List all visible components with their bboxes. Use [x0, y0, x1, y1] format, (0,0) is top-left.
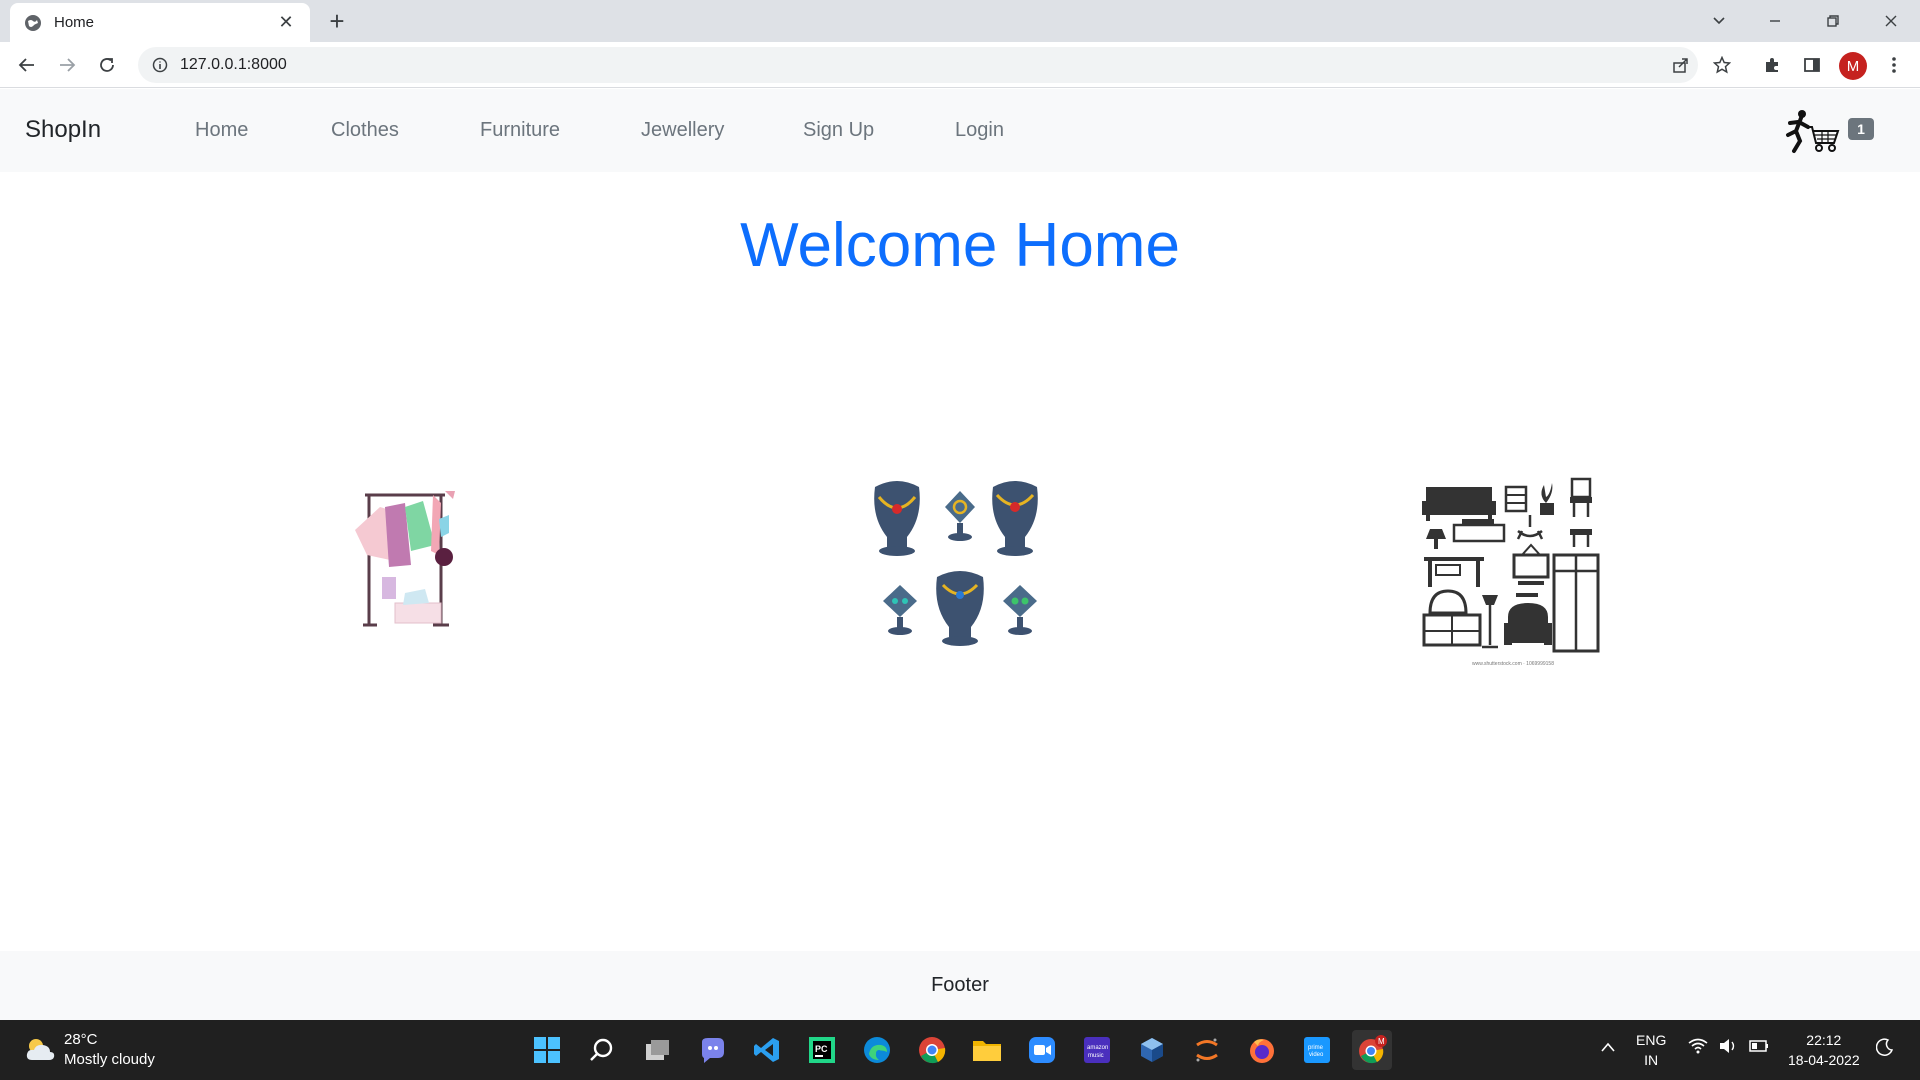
back-icon[interactable]	[12, 50, 42, 80]
clock-date: 18-04-2022	[1788, 1052, 1860, 1068]
browser-toolbar: 127.0.0.1:8000 M	[0, 42, 1920, 88]
battery-icon[interactable]	[1748, 1038, 1770, 1059]
nav-jewellery-link[interactable]: Jewellery	[641, 119, 724, 142]
svg-text:amazon: amazon	[1087, 1045, 1108, 1051]
site-footer: Footer	[0, 951, 1920, 1020]
clothes-category-image[interactable]	[345, 485, 465, 635]
new-tab-button[interactable]: +	[322, 7, 352, 37]
clock[interactable]: 22:12 18-04-2022	[1788, 1030, 1860, 1070]
extensions-icon[interactable]	[1757, 50, 1787, 80]
profile-avatar[interactable]: M	[1839, 52, 1867, 80]
site-info-icon[interactable]	[152, 57, 168, 73]
vscode-icon[interactable]	[747, 1030, 787, 1070]
weather-description: Mostly cloudy	[64, 1051, 155, 1068]
page-heading: Welcome Home	[740, 211, 1180, 280]
region-code: IN	[1644, 1052, 1659, 1068]
tab-title: Home	[54, 14, 95, 31]
cart-count-badge: 1	[1848, 118, 1874, 140]
close-tab-icon[interactable]: ✕	[276, 12, 296, 33]
reload-icon[interactable]	[92, 50, 122, 80]
wifi-icon[interactable]	[1688, 1038, 1708, 1059]
weather-temperature: 28°C	[64, 1031, 98, 1048]
browser-tab-strip: Home ✕ +	[0, 0, 1920, 42]
svg-text:www.shutterstock.com · 1069999: www.shutterstock.com · 1069999158	[1472, 661, 1554, 667]
edge-browser-icon[interactable]	[857, 1030, 897, 1070]
side-panel-icon[interactable]	[1797, 50, 1827, 80]
more-menu-icon[interactable]	[1879, 50, 1909, 80]
clock-time: 22:12	[1806, 1032, 1842, 1048]
notification-center-icon[interactable]	[1875, 1038, 1894, 1061]
chrome-icon[interactable]	[912, 1030, 952, 1070]
svg-text:video: video	[1309, 1052, 1324, 1058]
svg-text:M: M	[1378, 1037, 1385, 1046]
share-icon[interactable]	[1666, 50, 1696, 80]
restore-icon[interactable]	[1810, 6, 1856, 36]
zoom-icon[interactable]	[1022, 1030, 1062, 1070]
browser-tab[interactable]: Home ✕	[10, 3, 310, 42]
windows-taskbar: 28°C Mostly cloudy PC amazon music prime…	[0, 1020, 1920, 1080]
start-menu-icon[interactable]	[527, 1030, 567, 1070]
pycharm-icon[interactable]: PC	[802, 1030, 842, 1070]
address-bar[interactable]: 127.0.0.1:8000	[138, 47, 1698, 83]
chrome-profile-icon[interactable]: M	[1352, 1030, 1392, 1070]
tab-search-icon[interactable]	[1696, 6, 1742, 36]
language-indicator[interactable]: ENG IN	[1636, 1030, 1666, 1070]
forward-icon[interactable]	[52, 50, 82, 80]
cart-icon[interactable]	[1778, 107, 1840, 155]
jewellery-category-image[interactable]	[865, 467, 1055, 655]
svg-text:prime: prime	[1308, 1045, 1324, 1051]
jupyter-icon[interactable]	[1187, 1030, 1227, 1070]
nav-clothes-link[interactable]: Clothes	[331, 119, 399, 142]
language-code: ENG	[1636, 1032, 1667, 1048]
nav-login-link[interactable]: Login	[955, 119, 1004, 142]
site-navbar: ShopIn Home Clothes Furniture Jewellery …	[0, 89, 1920, 172]
svg-text:PC: PC	[815, 1044, 828, 1054]
teams-chat-icon[interactable]	[692, 1030, 732, 1070]
globe-icon	[25, 14, 41, 31]
show-hidden-icons[interactable]	[1600, 1038, 1616, 1058]
bookmark-star-icon[interactable]	[1707, 50, 1737, 80]
brand-logo-link[interactable]: ShopIn	[25, 116, 101, 144]
firefox-icon[interactable]	[1242, 1030, 1282, 1070]
task-view-icon[interactable]	[637, 1030, 677, 1070]
nav-furniture-link[interactable]: Furniture	[480, 119, 560, 142]
volume-icon[interactable]	[1718, 1038, 1738, 1059]
close-window-icon[interactable]	[1868, 6, 1914, 36]
minimize-icon[interactable]	[1752, 6, 1798, 36]
url-text: 127.0.0.1:8000	[180, 56, 287, 73]
amazon-music-icon[interactable]: amazon music	[1077, 1030, 1117, 1070]
weather-widget[interactable]: 28°C Mostly cloudy	[24, 1030, 155, 1070]
furniture-category-image[interactable]: www.shutterstock.com · 1069999158	[1422, 475, 1600, 670]
prime-video-icon[interactable]: prime video	[1297, 1030, 1337, 1070]
search-icon[interactable]	[582, 1030, 622, 1070]
nav-signup-link[interactable]: Sign Up	[803, 119, 874, 142]
svg-text:music: music	[1088, 1053, 1104, 1059]
nav-home-link[interactable]: Home	[195, 119, 248, 142]
virtualbox-icon[interactable]	[1132, 1030, 1172, 1070]
cloudy-weather-icon	[26, 1039, 55, 1060]
file-explorer-icon[interactable]	[967, 1030, 1007, 1070]
